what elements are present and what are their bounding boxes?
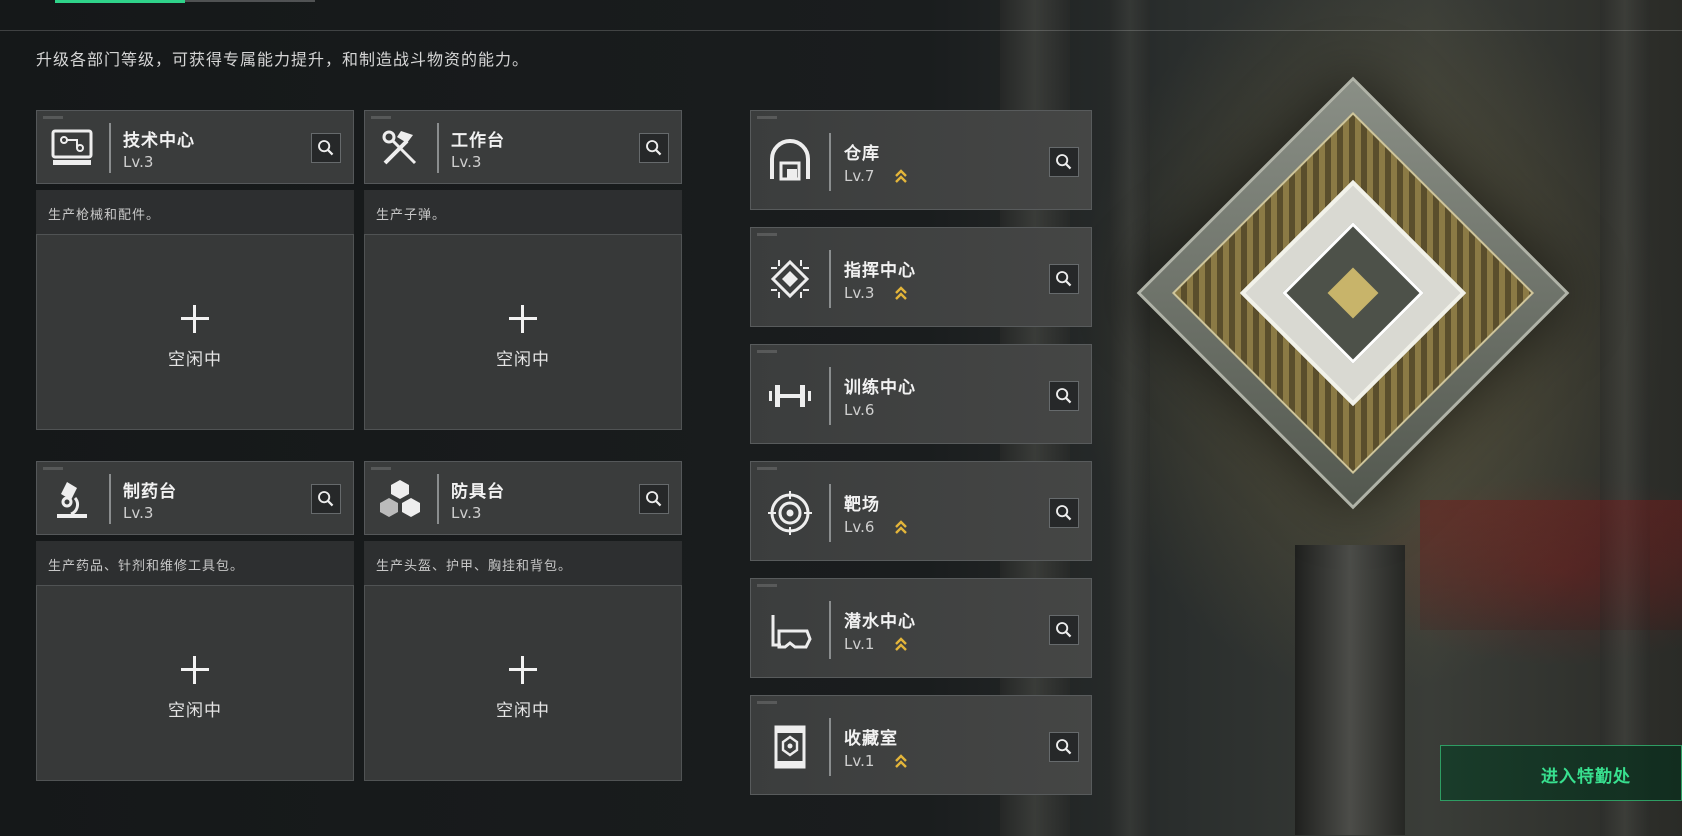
warehouse-icon — [770, 139, 810, 181]
page-description: 升级各部门等级，可获得专属能力提升，和制造战斗物资的能力。 — [36, 50, 530, 69]
target-icon — [768, 491, 812, 535]
production-slot[interactable]: 空闲中 — [36, 234, 354, 430]
workstation-desc: 生产子弹。 — [376, 208, 447, 223]
plus-icon — [181, 305, 209, 333]
facility-name: 靶场 — [844, 495, 880, 515]
workstation-card-armor: 防具台 Lv.3 生产头盔、护甲、胸挂和背包。 空闲中 — [364, 461, 682, 781]
top-tab-indicator-inactive — [185, 0, 315, 2]
facility-level: Lv.6 — [844, 401, 875, 419]
facility-warehouse[interactable]: 仓库 Lv.7 — [750, 110, 1092, 210]
chip-icon — [770, 259, 810, 299]
magnifier-icon — [646, 140, 662, 156]
magnifier-icon — [1056, 388, 1072, 404]
facility-name: 指挥中心 — [844, 261, 916, 281]
workstation-level: Lv.3 — [451, 153, 482, 171]
workstation-card-pharmacy: 制药台 Lv.3 生产药品、针剂和维修工具包。 空闲中 — [36, 461, 354, 781]
diving-mask-icon — [771, 615, 812, 649]
search-button[interactable] — [1049, 732, 1079, 762]
plus-icon — [181, 656, 209, 684]
search-button[interactable] — [639, 133, 669, 163]
magnifier-icon — [1056, 271, 1072, 287]
plus-icon — [509, 305, 537, 333]
facility-training-center[interactable]: 训练中心 Lv.6 — [750, 344, 1092, 444]
search-button[interactable] — [1049, 615, 1079, 645]
production-slot[interactable]: 空闲中 — [364, 585, 682, 781]
upgrade-chevron-icon — [895, 637, 907, 651]
facility-name: 潜水中心 — [844, 612, 916, 632]
workstation-card-workbench: 工作台 Lv.3 生产子弹。 空闲中 — [364, 110, 682, 430]
computer-icon — [51, 129, 93, 165]
magnifier-icon — [1056, 154, 1072, 170]
workstation-header: 工作台 Lv.3 — [364, 110, 682, 184]
facility-level: Lv.6 — [844, 518, 875, 536]
magnifier-icon — [1056, 505, 1072, 521]
facility-collection-room[interactable]: 收藏室 Lv.1 — [750, 695, 1092, 795]
search-button[interactable] — [311, 133, 341, 163]
top-divider — [0, 30, 1682, 31]
plus-icon — [509, 656, 537, 684]
workstation-name: 技术中心 — [123, 131, 195, 151]
enter-special-ops-button[interactable]: 进入特勤处 — [1440, 745, 1682, 801]
magnifier-icon — [1056, 622, 1072, 638]
workstation-desc-bar: 生产药品、针剂和维修工具包。 — [36, 541, 354, 585]
workstation-level: Lv.3 — [123, 504, 154, 522]
upgrade-chevron-icon — [895, 286, 907, 300]
slot-status: 空闲中 — [168, 701, 222, 721]
search-button[interactable] — [1049, 498, 1079, 528]
facility-level: Lv.3 — [844, 284, 875, 302]
search-button[interactable] — [1049, 381, 1079, 411]
facility-level: Lv.7 — [844, 167, 875, 185]
magnifier-icon — [318, 491, 334, 507]
magnifier-icon — [646, 491, 662, 507]
slot-status: 空闲中 — [168, 350, 222, 370]
workstation-desc: 生产头盔、护甲、胸挂和背包。 — [376, 559, 573, 574]
hammer-wrench-icon — [382, 130, 417, 165]
upgrade-chevron-icon — [895, 520, 907, 534]
workstation-header: 制药台 Lv.3 — [36, 461, 354, 535]
slot-status: 空闲中 — [496, 701, 550, 721]
workstation-desc-bar: 生产头盔、护甲、胸挂和背包。 — [364, 541, 682, 585]
workstation-header: 技术中心 Lv.3 — [36, 110, 354, 184]
magnifier-icon — [1056, 739, 1072, 755]
workstation-desc-bar: 生产子弹。 — [364, 190, 682, 234]
workstation-card-tech-center: 技术中心 Lv.3 生产枪械和配件。 空闲中 — [36, 110, 354, 430]
workstation-desc: 生产枪械和配件。 — [48, 208, 161, 223]
dumbbell-icon — [769, 385, 811, 407]
cube-structure — [1120, 30, 1580, 550]
enter-button-label: 进入特勤处 — [1541, 767, 1631, 787]
search-button[interactable] — [639, 484, 669, 514]
workstation-name: 防具台 — [451, 482, 505, 502]
workstation-name: 制药台 — [123, 482, 177, 502]
workstation-header: 防具台 Lv.3 — [364, 461, 682, 535]
workstation-level: Lv.3 — [123, 153, 154, 171]
production-slot[interactable]: 空闲中 — [364, 234, 682, 430]
top-tab-indicator — [55, 0, 185, 3]
cube-pedestal — [1295, 545, 1405, 835]
facility-name: 收藏室 — [844, 729, 898, 749]
facility-name: 训练中心 — [844, 378, 916, 398]
workstation-desc-bar: 生产枪械和配件。 — [36, 190, 354, 234]
search-button[interactable] — [1049, 264, 1079, 294]
facility-name: 仓库 — [844, 144, 880, 164]
slot-status: 空闲中 — [496, 350, 550, 370]
magnifier-icon — [318, 140, 334, 156]
workstation-name: 工作台 — [451, 131, 505, 151]
background-pillar — [1600, 0, 1650, 836]
rotating-cube — [1136, 76, 1570, 510]
facility-diving-center[interactable]: 潜水中心 Lv.1 — [750, 578, 1092, 678]
workstation-desc: 生产药品、针剂和维修工具包。 — [48, 559, 245, 574]
search-button[interactable] — [311, 484, 341, 514]
upgrade-chevron-icon — [895, 754, 907, 768]
production-slot[interactable]: 空闲中 — [36, 585, 354, 781]
search-button[interactable] — [1049, 147, 1079, 177]
facility-shooting-range[interactable]: 靶场 Lv.6 — [750, 461, 1092, 561]
armor-cubes-icon — [380, 480, 420, 517]
upgrade-chevron-icon — [895, 169, 907, 183]
facility-level: Lv.1 — [844, 752, 875, 770]
microscope-icon — [57, 482, 87, 518]
facility-command-center[interactable]: 指挥中心 Lv.3 — [750, 227, 1092, 327]
display-case-icon — [774, 725, 806, 769]
facility-level: Lv.1 — [844, 635, 875, 653]
workstation-level: Lv.3 — [451, 504, 482, 522]
